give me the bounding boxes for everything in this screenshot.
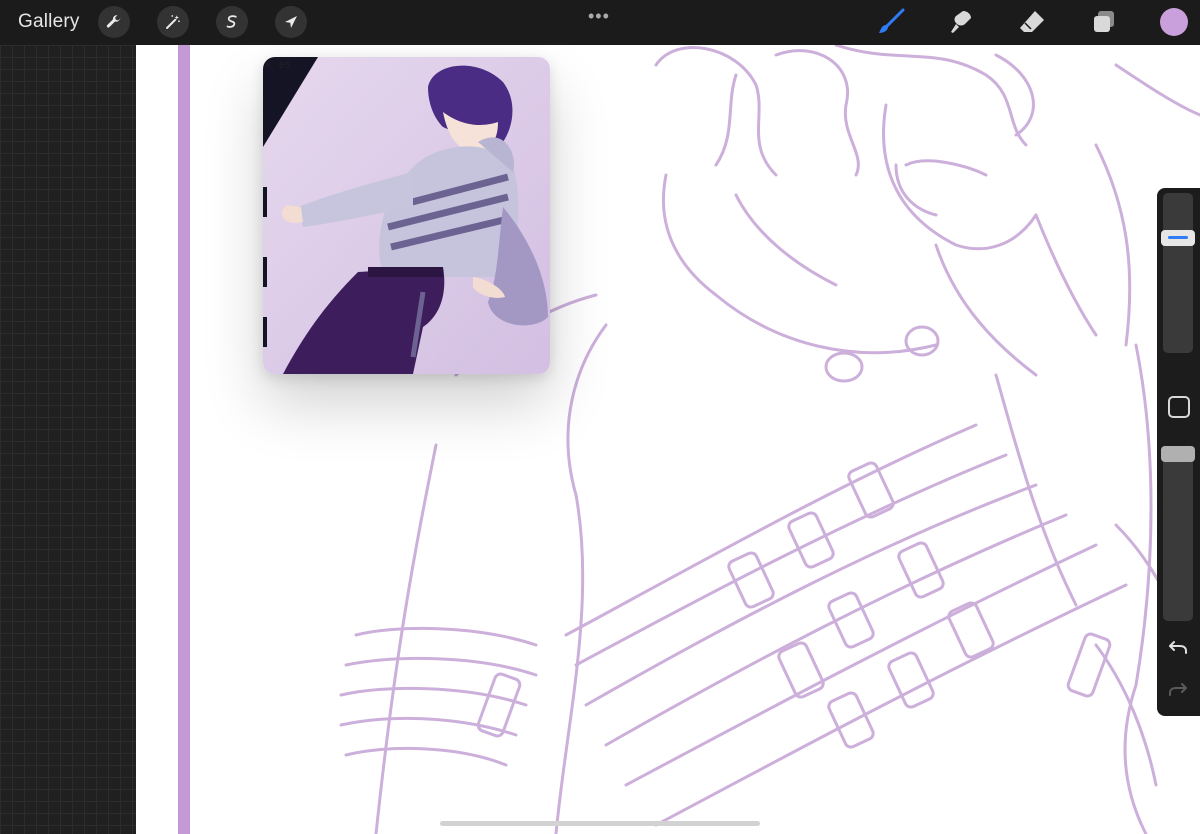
- brush-size-slider[interactable]: [1161, 193, 1195, 353]
- brush-size-thumb[interactable]: [1161, 230, 1195, 247]
- reference-artwork: [263, 57, 550, 374]
- undo-button[interactable]: [1165, 634, 1191, 660]
- more-options-button[interactable]: •••: [588, 6, 610, 27]
- wrench-icon: [106, 15, 121, 28]
- brush-icon: [879, 8, 905, 33]
- top-toolbar: Gallery •••: [0, 0, 1200, 45]
- eraser-icon: [1020, 11, 1044, 32]
- opacity-slider[interactable]: [1161, 446, 1195, 621]
- reference-corner-text: R 05: [266, 61, 292, 71]
- home-indicator[interactable]: [440, 821, 760, 826]
- gallery-button[interactable]: Gallery: [18, 11, 80, 33]
- right-sidebar: [1157, 188, 1200, 716]
- layers-icon: [1094, 11, 1114, 32]
- brush-tool-button[interactable]: [876, 7, 906, 37]
- reference-image-window[interactable]: R 05: [263, 57, 550, 374]
- workspace-background: [0, 45, 136, 834]
- eraser-tool-button[interactable]: [1017, 7, 1047, 37]
- smudge-icon: [951, 11, 971, 33]
- procreate-app: Gallery ••• R 05: [0, 0, 1200, 834]
- actions-button[interactable]: [98, 6, 130, 38]
- selection-s-icon: [226, 15, 237, 28]
- brush-size-indicator: [1168, 236, 1188, 240]
- opacity-thumb[interactable]: [1161, 446, 1195, 462]
- undo-icon: [1169, 641, 1187, 654]
- adjustments-button[interactable]: [157, 6, 189, 38]
- canvas-border-line: [178, 45, 190, 834]
- magic-wand-icon: [166, 15, 180, 29]
- color-picker-button[interactable]: [1160, 8, 1188, 36]
- modify-button[interactable]: [1168, 396, 1190, 418]
- transform-button[interactable]: [275, 6, 307, 38]
- smudge-tool-button[interactable]: [946, 7, 976, 37]
- layers-button[interactable]: [1089, 7, 1119, 37]
- selection-button[interactable]: [216, 6, 248, 38]
- redo-icon: [1169, 683, 1187, 696]
- arrow-cursor-icon: [285, 16, 297, 28]
- redo-button[interactable]: [1165, 676, 1191, 702]
